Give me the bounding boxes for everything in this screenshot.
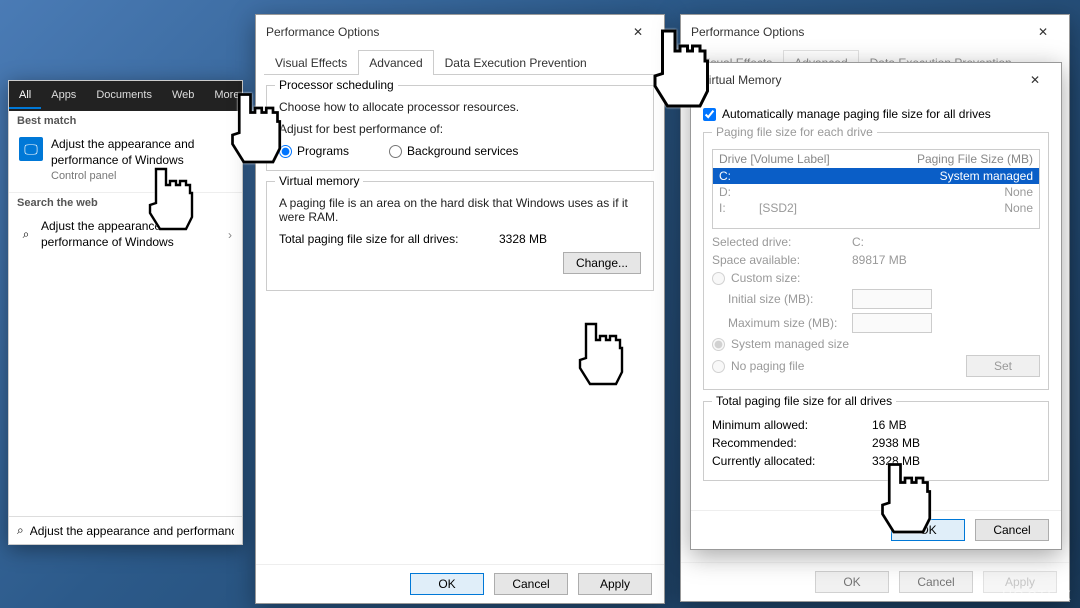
start-search-panel: All Apps Documents Web More Best match 🖵…	[8, 80, 243, 545]
drive-row[interactable]: I:[SSD2]None	[713, 200, 1039, 216]
search-icon: ⌕	[17, 523, 24, 538]
tab-documents[interactable]: Documents	[86, 83, 162, 109]
min-label: Minimum allowed:	[712, 418, 872, 432]
selected-drive-label: Selected drive:	[712, 235, 852, 249]
group-legend: Processor scheduling	[275, 78, 398, 92]
web-result[interactable]: ⌕ Adjust the appearance and performance …	[9, 213, 242, 256]
section-web: Search the web	[9, 192, 242, 213]
processor-scheduling-group: Processor scheduling Choose how to alloc…	[266, 85, 654, 171]
cancel-button[interactable]: Cancel	[494, 573, 568, 595]
initial-size-label: Initial size (MB):	[712, 292, 852, 306]
radio-custom-size: Custom size:	[712, 271, 1040, 285]
max-size-label: Maximum size (MB):	[712, 316, 852, 330]
search-input[interactable]	[30, 524, 234, 538]
selected-drive-value: C:	[852, 235, 864, 249]
group-legend: Paging file size for each drive	[712, 125, 877, 139]
close-button[interactable]: ✕	[1027, 21, 1059, 43]
monitor-icon: 🖵	[19, 137, 43, 161]
bestmatch-result[interactable]: 🖵 Adjust the appearance and performance …	[9, 131, 242, 188]
space-available-label: Space available:	[712, 253, 852, 267]
web-result-text: Adjust the appearance and performance of…	[41, 219, 220, 250]
rec-value: 2938 MB	[872, 436, 920, 450]
set-button: Set	[966, 355, 1040, 377]
section-bestmatch: Best match	[9, 111, 242, 131]
tab-dep[interactable]: Data Execution Prevention	[434, 50, 598, 75]
virtual-memory-group: Virtual memory A paging file is an area …	[266, 181, 654, 291]
tab-web[interactable]: Web	[162, 83, 204, 109]
proc-desc: Choose how to allocate processor resourc…	[279, 100, 641, 114]
auto-manage-checkbox[interactable]: Automatically manage paging file size fo…	[703, 107, 1049, 121]
vm-desc: A paging file is an area on the hard dis…	[279, 196, 641, 224]
rec-label: Recommended:	[712, 436, 872, 450]
max-size-input	[852, 313, 932, 333]
tab-more[interactable]: More	[204, 83, 249, 109]
search-icon: ⌕	[19, 227, 33, 242]
cur-value: 3328 MB	[872, 454, 920, 468]
ok-button[interactable]: OK	[410, 573, 484, 595]
space-available-value: 89817 MB	[852, 253, 907, 267]
group-legend: Virtual memory	[275, 174, 363, 188]
tab-advanced[interactable]: Advanced	[358, 50, 433, 75]
initial-size-input	[852, 289, 932, 309]
tab-apps[interactable]: Apps	[41, 83, 86, 109]
tab-all[interactable]: All	[9, 83, 41, 109]
watermark: UG⟲TFIX	[1002, 587, 1072, 604]
dialog-title: Performance Options	[266, 25, 622, 39]
search-box[interactable]: ⌕	[9, 516, 242, 544]
performance-options-dialog: Performance Options ✕ Visual Effects Adv…	[255, 14, 665, 604]
close-button[interactable]: ✕	[622, 21, 654, 43]
apply-button[interactable]: Apply	[578, 573, 652, 595]
bestmatch-sub: Control panel	[51, 170, 232, 182]
tab-visual-effects[interactable]: Visual Effects	[264, 50, 358, 75]
dialog-title: Virtual Memory	[701, 73, 1019, 87]
min-value: 16 MB	[872, 418, 907, 432]
bestmatch-title: Adjust the appearance and performance of…	[51, 137, 232, 168]
dialog-footer: OK Cancel Apply	[256, 564, 664, 603]
vm-total-label: Total paging file size for all drives:	[279, 232, 499, 246]
start-tabs: All Apps Documents Web More	[9, 81, 242, 111]
dialog-footer: OK Cancel	[691, 510, 1061, 549]
dialog-title: Performance Options	[691, 25, 1027, 39]
radio-background[interactable]: Background services	[389, 144, 518, 158]
drive-row[interactable]: C:System managed	[713, 168, 1039, 184]
group-legend: Total paging file size for all drives	[712, 394, 896, 408]
ok-button[interactable]: OK	[891, 519, 965, 541]
radio-system-managed: System managed size	[712, 337, 1040, 351]
totals-group: Total paging file size for all drives Mi…	[703, 394, 1049, 481]
drive-row[interactable]: D:None	[713, 184, 1039, 200]
cancel-button[interactable]: Cancel	[975, 519, 1049, 541]
change-button[interactable]: Change...	[563, 252, 641, 274]
proc-subdesc: Adjust for best performance of:	[279, 122, 641, 136]
chevron-right-icon: ›	[228, 228, 232, 242]
close-button[interactable]: ✕	[1019, 69, 1051, 91]
radio-no-paging: No paging file	[712, 359, 966, 373]
cur-label: Currently allocated:	[712, 454, 872, 468]
cancel-button[interactable]: Cancel	[899, 571, 973, 593]
drive-list[interactable]: Drive [Volume Label]Paging File Size (MB…	[712, 149, 1040, 229]
vm-total-value: 3328 MB	[499, 232, 547, 246]
virtual-memory-dialog: Virtual Memory ✕ Automatically manage pa…	[690, 62, 1062, 550]
paging-per-drive-group: Paging file size for each drive Drive [V…	[703, 125, 1049, 390]
tabstrip: Visual Effects Advanced Data Execution P…	[264, 49, 656, 75]
radio-programs[interactable]: Programs	[279, 144, 349, 158]
ok-button[interactable]: OK	[815, 571, 889, 593]
